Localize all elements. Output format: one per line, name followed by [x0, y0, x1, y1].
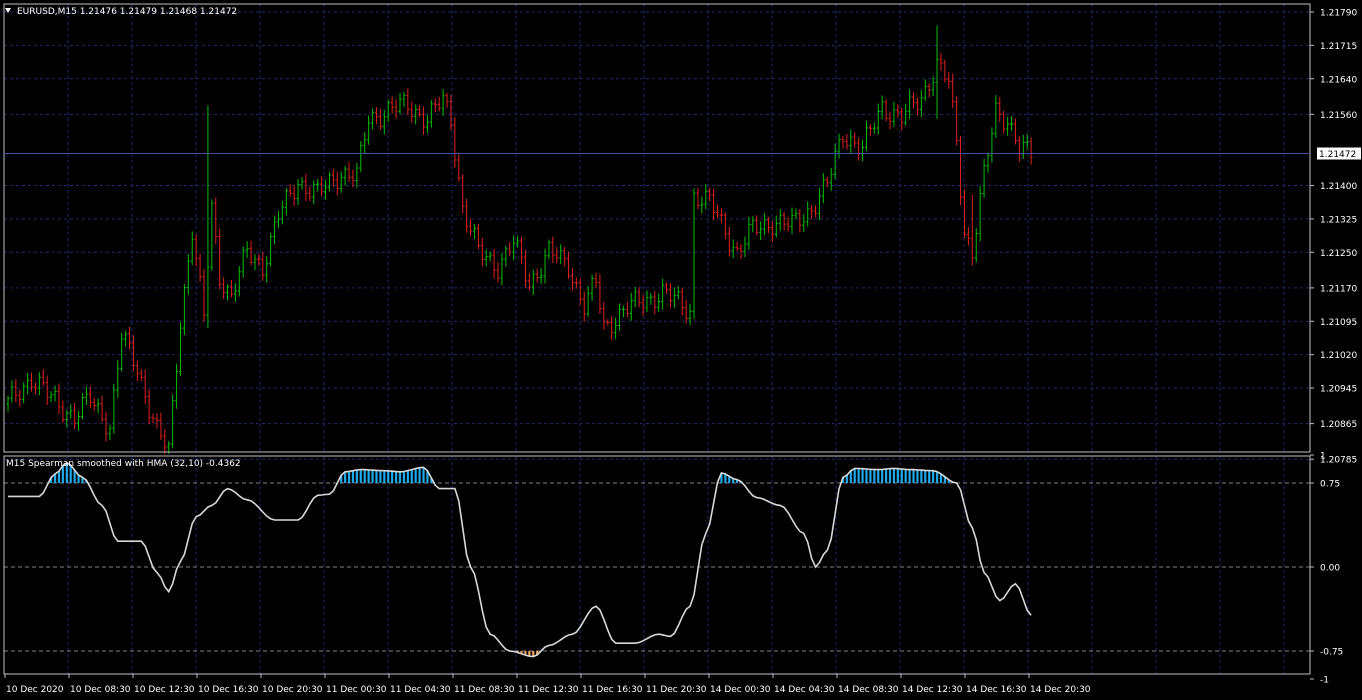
price-axis-label: 1.21095 [1320, 318, 1357, 328]
trading-chart-window[interactable]: 1.21472 1.21790 1.21715 1.21640 1.21560 1.214… [0, 0, 1362, 700]
time-axis-label: 10 Dec 20:30 [262, 685, 323, 695]
time-axis-label: 11 Dec 16:30 [582, 685, 643, 695]
time-axis-label: 14 Dec 08:30 [838, 685, 899, 695]
indicator-axis-label: 0.00 [1320, 564, 1340, 574]
price-axis-label: 1.20945 [1320, 385, 1357, 395]
indicator-header: M15 Spearman smoothed with HMA (32,10) -… [6, 459, 241, 469]
price-axis-label: 1.20865 [1320, 420, 1357, 430]
time-axis-label: 11 Dec 04:30 [390, 685, 451, 695]
time-axis-label: 14 Dec 16:30 [966, 685, 1027, 695]
price-axis-label: 1.21790 [1320, 9, 1357, 19]
price-axis-label: 1.21640 [1320, 75, 1357, 85]
current-price-label: 1.21472 [1319, 150, 1356, 160]
price-axis-label: 1.21715 [1320, 42, 1357, 52]
time-axis-label: 11 Dec 00:30 [326, 685, 387, 695]
indicator-axis-label: -0.75 [1320, 648, 1343, 658]
indicator-axis-label: 0.75 [1320, 480, 1340, 490]
time-axis-label: 14 Dec 04:30 [774, 685, 835, 695]
time-axis-label: 14 Dec 20:30 [1030, 685, 1091, 695]
price-axis-label: 1.21170 [1320, 284, 1357, 294]
time-axis-label: 14 Dec 12:30 [902, 685, 963, 695]
time-axis-label: 10 Dec 16:30 [198, 685, 259, 695]
indicator-axis-label: 1 [1320, 452, 1326, 462]
chart-background [0, 0, 1362, 700]
time-axis-label: 14 Dec 00:30 [710, 685, 771, 695]
price-axis-label: 1.21560 [1320, 111, 1357, 121]
time-axis-label: 10 Dec 12:30 [134, 685, 195, 695]
time-axis-label: 11 Dec 08:30 [454, 685, 515, 695]
chart-canvas[interactable]: 1.21472 1.21790 1.21715 1.21640 1.21560 1.214… [0, 0, 1362, 700]
price-axis-label: 1.21400 [1320, 182, 1357, 192]
time-axis-label: 11 Dec 20:30 [646, 685, 707, 695]
time-axis-label: 11 Dec 12:30 [518, 685, 579, 695]
time-axis-label: 10 Dec 2020 [6, 685, 64, 695]
price-axis-label: 1.21020 [1320, 351, 1357, 361]
time-axis-label: 10 Dec 08:30 [70, 685, 131, 695]
price-axis-label: 1.21325 [1320, 215, 1357, 225]
symbol-header: EURUSD,M15 1.21476 1.21479 1.21468 1.214… [17, 7, 237, 17]
indicator-axis-label: -1 [1320, 676, 1329, 686]
price-axis-label: 1.21250 [1320, 249, 1357, 259]
